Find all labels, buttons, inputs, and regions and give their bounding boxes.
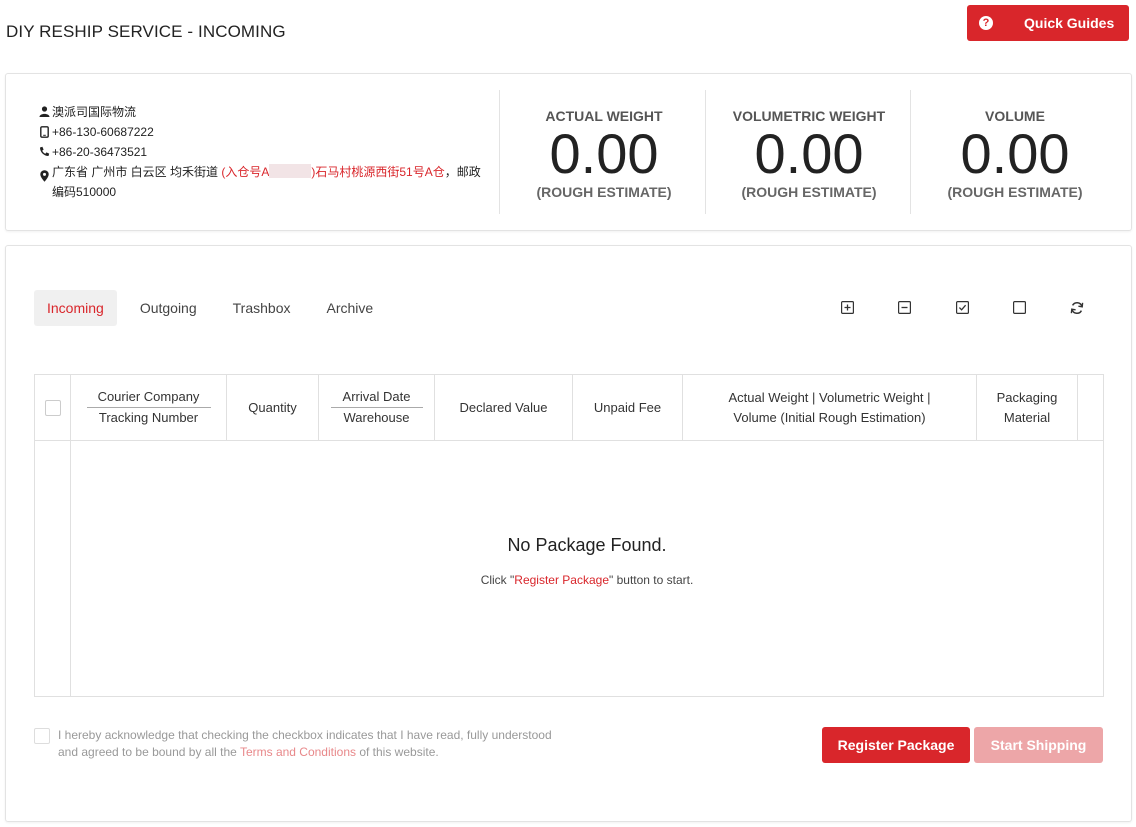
terms-link[interactable]: Terms and Conditions (240, 745, 356, 759)
recipient-name: 澳派司国际物流 (52, 105, 137, 119)
package-tabs: Incoming Outgoing Trashbox Archive (34, 290, 396, 326)
refresh-icon[interactable] (1070, 301, 1084, 315)
quick-guides-label: Quick Guides (1024, 15, 1115, 31)
phone-icon (36, 142, 52, 157)
stat-volumetric-weight: VOLUMETRIC WEIGHT 0.00 (ROUGH ESTIMATE) (732, 108, 886, 200)
tab-outgoing[interactable]: Outgoing (127, 290, 210, 326)
empty-state-hint: Click "Register Package" button to start… (480, 573, 694, 587)
collapse-all-icon[interactable] (898, 301, 912, 315)
divider (499, 90, 500, 214)
divider (70, 441, 71, 697)
warehouse-address: 澳派司国际物流 +86-130-60687222 +86-20-36473521… (36, 102, 486, 202)
table-header: Courier Company Tracking Number Quantity… (35, 375, 1103, 441)
col-courier-tracking[interactable]: Courier Company Tracking Number (71, 375, 227, 440)
location-pin-icon (36, 162, 52, 182)
col-unpaid-fee[interactable]: Unpaid Fee (573, 375, 683, 440)
tab-incoming[interactable]: Incoming (34, 290, 117, 326)
terms-checkbox[interactable] (34, 728, 50, 744)
phone-number: +86-20-36473521 (52, 145, 148, 159)
expand-all-icon[interactable] (841, 301, 855, 315)
col-quantity[interactable]: Quantity (227, 375, 319, 440)
page-title: DIY RESHIP SERVICE - INCOMING (6, 22, 286, 41)
terms-acknowledgement: I hereby acknowledge that checking the c… (34, 727, 554, 761)
redacted-id (269, 164, 312, 178)
packages-table: Courier Company Tracking Number Quantity… (34, 374, 1104, 697)
quick-guides-button[interactable]: ? Quick Guides (967, 5, 1129, 41)
select-all-checkbox[interactable] (44, 399, 61, 416)
packages-panel: Incoming Outgoing Trashbox Archive Couri… (5, 245, 1132, 822)
uncheck-all-icon[interactable] (1013, 301, 1027, 315)
stat-actual-weight: ACTUAL WEIGHT 0.00 (ROUGH ESTIMATE) (536, 108, 672, 200)
check-all-icon[interactable] (956, 301, 970, 315)
mobile-icon (36, 122, 52, 138)
address-text: 广东省 广州市 白云区 均禾街道 (入仓号A)石马村桃源西街51号A仓，邮政编码… (52, 164, 481, 199)
user-icon (36, 102, 52, 117)
warehouse-info-card: 澳派司国际物流 +86-130-60687222 +86-20-36473521… (5, 73, 1132, 231)
register-package-button[interactable]: Register Package (822, 727, 970, 763)
col-arrival-warehouse[interactable]: Arrival Date Warehouse (319, 375, 435, 440)
stat-volume: VOLUME 0.00 (ROUGH ESTIMATE) (947, 108, 1083, 200)
divider (910, 90, 911, 214)
help-icon: ? (979, 16, 993, 30)
col-declared-value[interactable]: Declared Value (435, 375, 573, 440)
col-packaging-material[interactable]: Packaging Material (977, 375, 1078, 440)
start-shipping-button[interactable]: Start Shipping (974, 727, 1103, 763)
col-weights[interactable]: Actual Weight | Volumetric Weight | Volu… (683, 375, 977, 440)
mobile-number: +86-130-60687222 (52, 125, 154, 139)
empty-state-title: No Package Found. (507, 535, 667, 555)
tab-archive[interactable]: Archive (313, 290, 386, 326)
tab-trashbox[interactable]: Trashbox (220, 290, 304, 326)
register-package-link[interactable]: Register Package (514, 573, 609, 587)
